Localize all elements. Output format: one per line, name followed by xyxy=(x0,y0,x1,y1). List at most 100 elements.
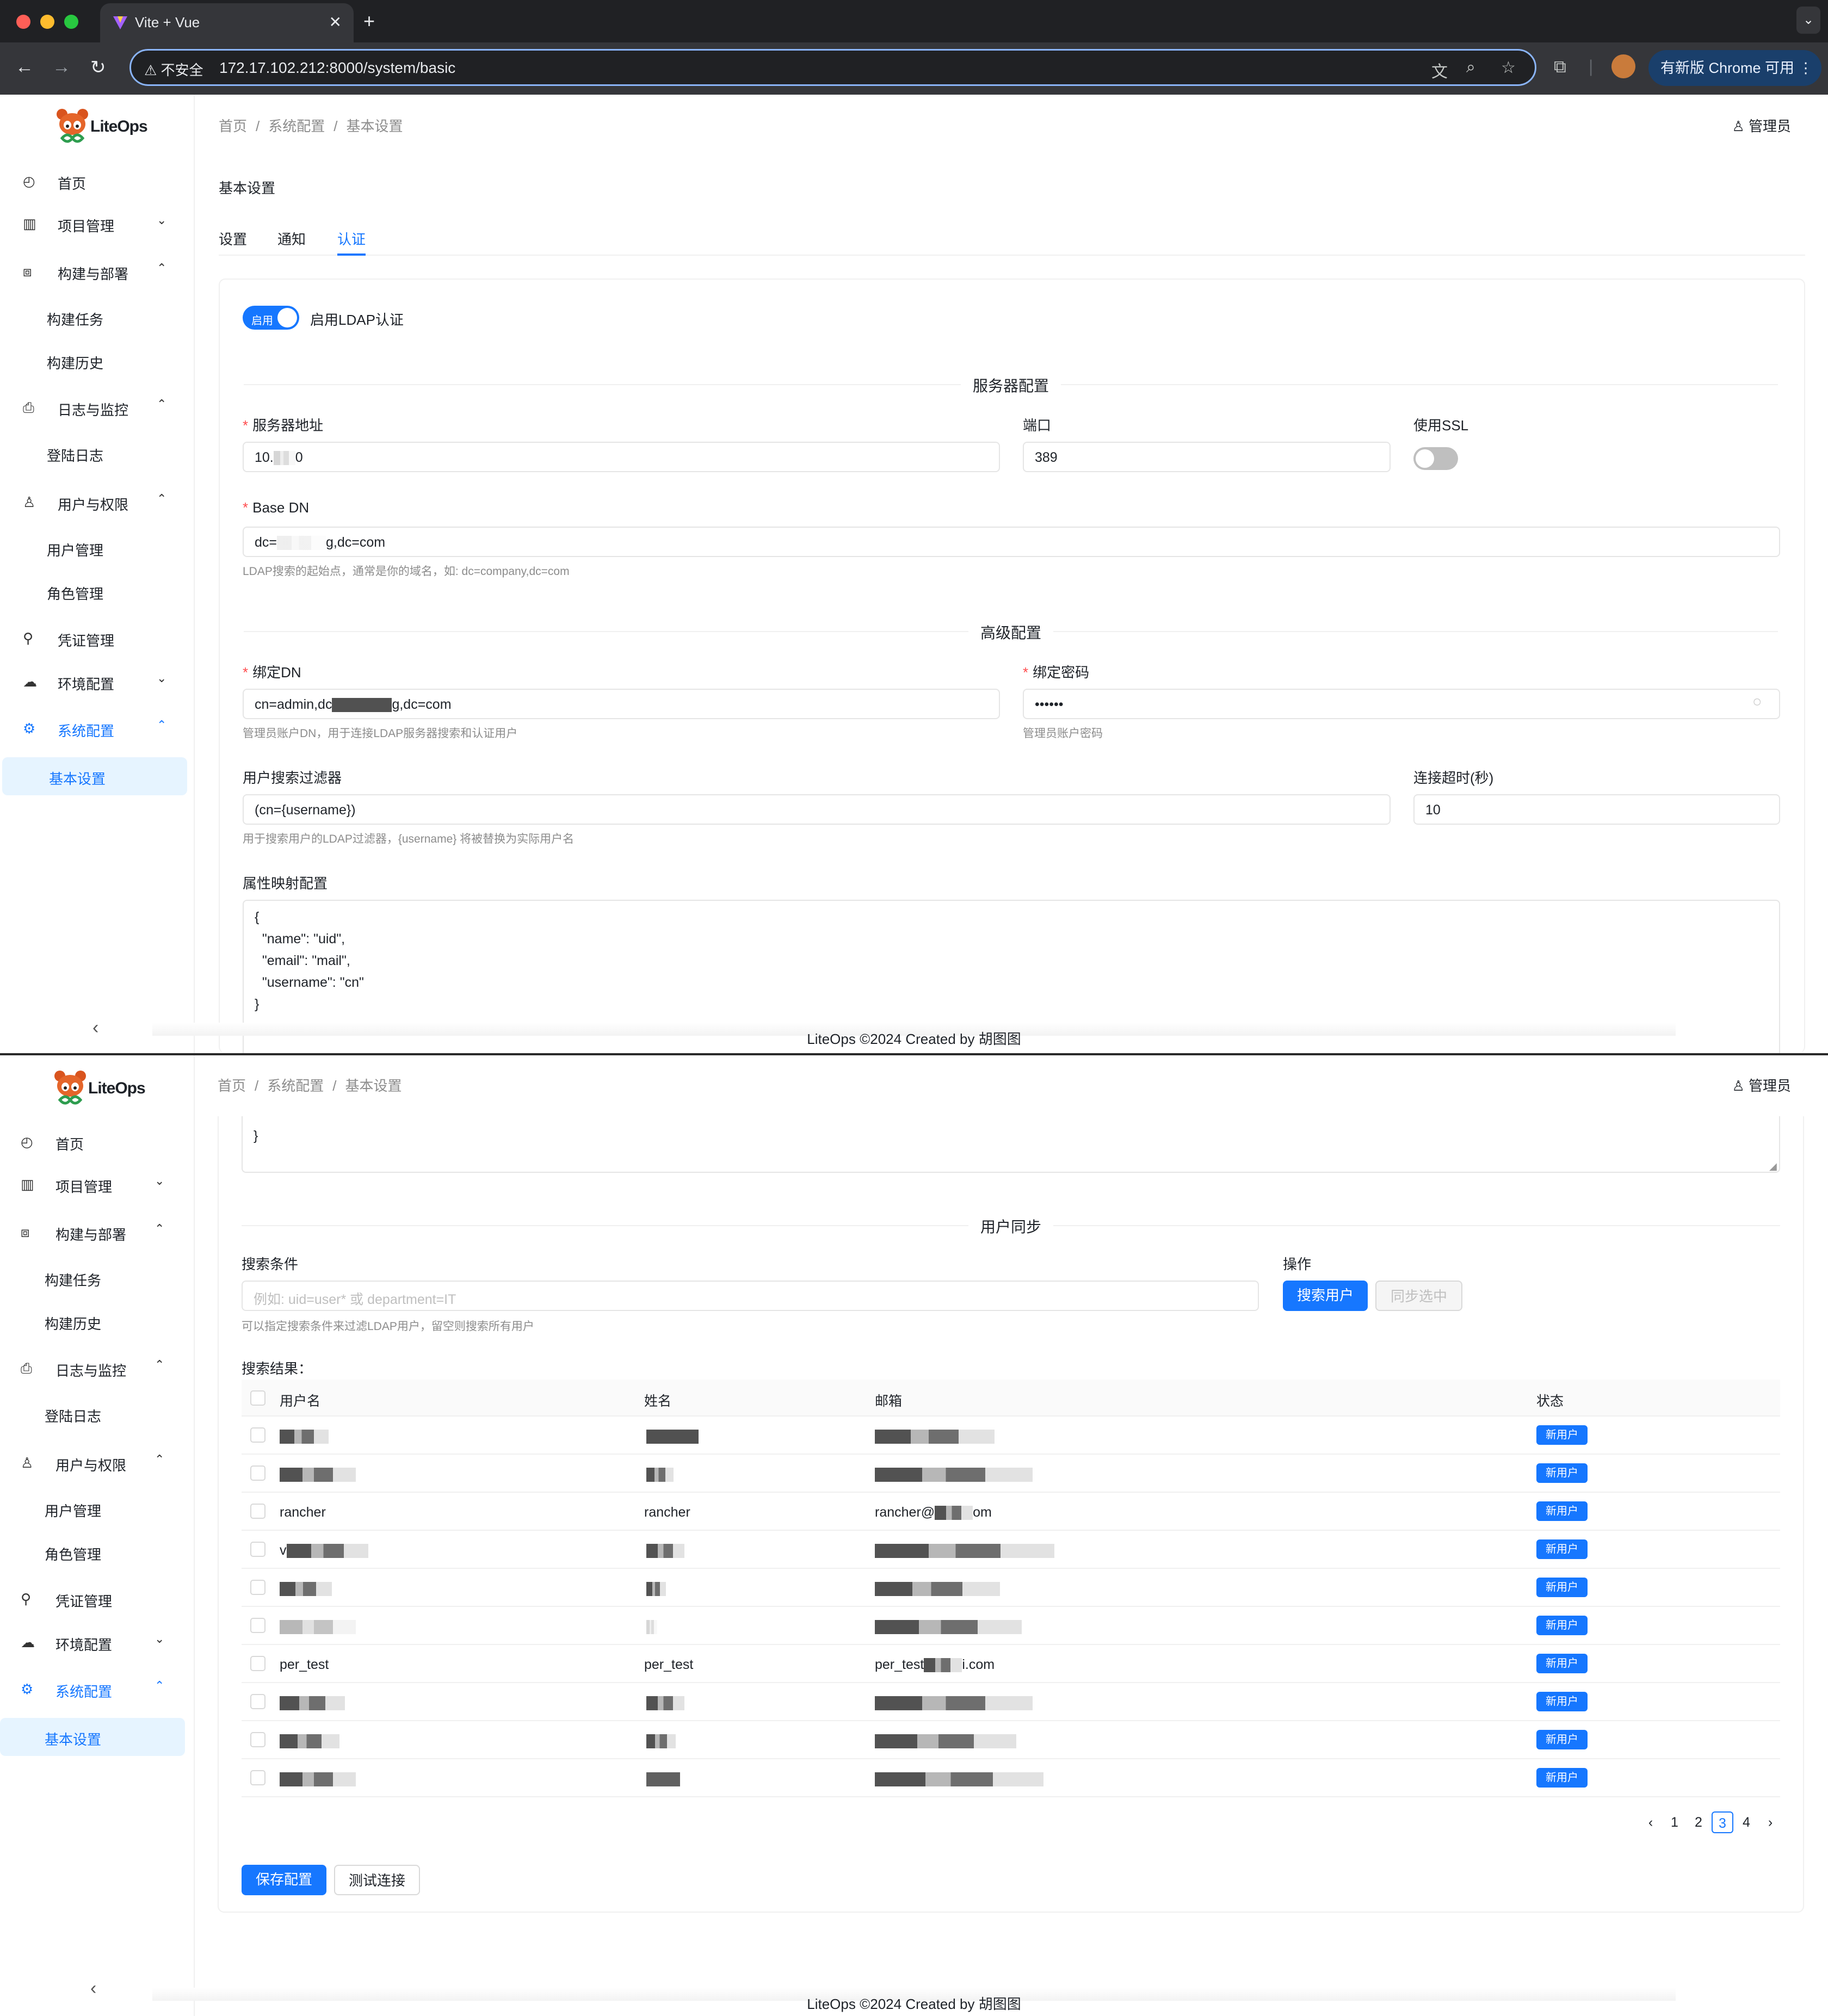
window-minimize-button[interactable] xyxy=(40,15,54,29)
row-checkbox[interactable] xyxy=(250,1656,265,1671)
row-checkbox[interactable] xyxy=(250,1770,265,1785)
bookmark-star-icon[interactable]: ☆ xyxy=(1501,58,1516,77)
row-checkbox[interactable] xyxy=(250,1618,265,1633)
table-row[interactable]: rancher rancher rancher@ om 新用户 xyxy=(242,1493,1780,1531)
sidebar-item-system-config[interactable]: ⚙ 系统配置 ⌃ xyxy=(0,709,195,747)
profile-avatar[interactable] xyxy=(1611,54,1635,78)
sidebar-item-home[interactable]: ◴ 首页 xyxy=(0,1123,195,1161)
table-row[interactable]: 新用户 xyxy=(242,1455,1780,1493)
table-row[interactable]: 新用户 xyxy=(242,1759,1780,1797)
sidebar-item-user-mgmt[interactable]: 用户管理 xyxy=(0,529,195,567)
translate-icon[interactable]: 文 xyxy=(1431,58,1448,82)
extensions-icon[interactable]: ⧉ xyxy=(1554,57,1566,77)
zoom-icon[interactable]: ⌕ xyxy=(1466,58,1475,77)
row-checkbox[interactable] xyxy=(250,1427,265,1443)
sidebar-item-system-config[interactable]: ⚙ 系统配置 ⌃ xyxy=(0,1670,195,1708)
table-row[interactable]: per_test per_test per_test i.com 新用户 xyxy=(242,1645,1780,1683)
sidebar-item-logs[interactable]: ⎙ 日志与监控 ⌃ xyxy=(0,388,195,426)
select-all-checkbox[interactable] xyxy=(250,1390,265,1406)
window-close-button[interactable] xyxy=(16,15,30,29)
sidebar-item-basic-settings[interactable]: 基本设置 xyxy=(2,757,187,795)
sidebar-item-logs[interactable]: ⎙ 日志与监控 ⌃ xyxy=(0,1349,195,1387)
chrome-update-button[interactable]: 有新版 Chrome 可用 ⋮ xyxy=(1648,50,1821,86)
sidebar-item-credentials[interactable]: ⚲ 凭证管理 xyxy=(0,619,195,657)
page-1[interactable]: 1 xyxy=(1664,1811,1685,1833)
test-connection-button[interactable]: 测试连接 xyxy=(334,1865,420,1895)
table-row[interactable]: v 新用户 xyxy=(242,1531,1780,1569)
row-checkbox[interactable] xyxy=(250,1542,265,1557)
tab-settings[interactable]: 设置 xyxy=(219,228,247,249)
sidebar-item-users-perms[interactable]: ♙ 用户与权限 ⌃ xyxy=(0,483,195,521)
sidebar-item-build-tasks[interactable]: 构建任务 xyxy=(0,1259,195,1297)
sidebar-item-role-mgmt[interactable]: 角色管理 xyxy=(0,572,195,610)
sidebar-item-basic-settings[interactable]: 基本设置 xyxy=(0,1718,185,1756)
sidebar-item-environments[interactable]: ☁ 环境配置 ⌄ xyxy=(0,663,195,701)
sidebar-item-build-history[interactable]: 构建历史 xyxy=(0,1302,195,1340)
resize-handle-icon[interactable]: ◢ xyxy=(1769,1161,1777,1172)
url-text[interactable]: 172.17.102.212:8000/system/basic xyxy=(219,59,455,77)
sidebar-item-build-deploy[interactable]: ⧈ 构建与部署 ⌃ xyxy=(0,1213,195,1251)
save-config-button[interactable]: 保存配置 xyxy=(242,1865,326,1895)
tab-notify[interactable]: 通知 xyxy=(277,228,306,249)
tab-close-icon[interactable]: ✕ xyxy=(329,13,342,31)
next-page-icon[interactable]: › xyxy=(1759,1811,1781,1833)
tab-auth[interactable]: 认证 xyxy=(337,228,366,249)
sidebar-item-build-history[interactable]: 构建历史 xyxy=(0,342,195,380)
table-row[interactable]: 新用户 xyxy=(242,1607,1780,1645)
row-checkbox[interactable] xyxy=(250,1504,265,1519)
sidebar-item-home[interactable]: ◴ 首页 xyxy=(0,162,195,200)
port-input[interactable]: 389 xyxy=(1023,442,1391,472)
sync-selected-button[interactable]: 同步选中 xyxy=(1375,1281,1462,1311)
reload-icon[interactable]: ↻ xyxy=(90,57,106,78)
tab-search-button[interactable]: ⌄ xyxy=(1796,7,1820,34)
search-condition-input[interactable]: 例如: uid=user* 或 department=IT xyxy=(242,1281,1259,1311)
bind-password-input[interactable]: •••••• xyxy=(1023,689,1780,719)
forward-icon[interactable]: → xyxy=(52,57,71,78)
base-dn-input[interactable]: dc= g,dc=com xyxy=(243,527,1780,557)
prev-page-icon[interactable]: ‹ xyxy=(1640,1811,1662,1833)
sidebar-item-projects[interactable]: ▥ 项目管理 ⌄ xyxy=(0,1165,195,1203)
breadcrumb-system-config[interactable]: 系统配置 xyxy=(267,1078,324,1094)
sidebar-item-build-tasks[interactable]: 构建任务 xyxy=(0,298,195,336)
user-menu[interactable]: ♙ 管理员 xyxy=(1732,1075,1791,1095)
breadcrumb-home[interactable]: 首页 xyxy=(219,118,247,134)
sidebar-item-environments[interactable]: ☁ 环境配置 ⌄ xyxy=(0,1623,195,1661)
search-users-button[interactable]: 搜索用户 xyxy=(1283,1281,1368,1311)
window-zoom-button[interactable] xyxy=(64,15,78,29)
page-2[interactable]: 2 xyxy=(1688,1811,1709,1833)
more-menu-icon[interactable]: ⋮ xyxy=(1799,60,1813,76)
row-checkbox[interactable] xyxy=(250,1580,265,1595)
breadcrumb-home[interactable]: 首页 xyxy=(218,1078,246,1094)
new-tab-button[interactable]: + xyxy=(363,10,375,33)
row-checkbox[interactable] xyxy=(250,1694,265,1709)
row-checkbox[interactable] xyxy=(250,1732,265,1747)
eye-hidden-icon[interactable]: ◌ xyxy=(1753,693,1761,710)
sidebar-item-projects[interactable]: ▥ 项目管理 ⌄ xyxy=(0,205,195,243)
address-bar[interactable]: ⚠ 不安全 172.17.102.212:8000/system/basic 文… xyxy=(129,49,1536,86)
table-row[interactable]: 新用户 xyxy=(242,1683,1780,1721)
sidebar-item-credentials[interactable]: ⚲ 凭证管理 xyxy=(0,1580,195,1618)
table-row[interactable]: 新用户 xyxy=(242,1721,1780,1759)
server-address-input[interactable]: 10. 0 xyxy=(243,442,1000,472)
ldap-enable-switch[interactable]: 启用 xyxy=(243,306,299,330)
sidebar-item-login-logs[interactable]: 登陆日志 xyxy=(0,1395,195,1433)
user-menu[interactable]: ♙ 管理员 xyxy=(1732,115,1791,135)
sidebar-item-user-mgmt[interactable]: 用户管理 xyxy=(0,1489,195,1528)
sidebar-item-build-deploy[interactable]: ⧈ 构建与部署 ⌃ xyxy=(0,252,195,290)
timeout-input[interactable]: 10 xyxy=(1413,794,1780,825)
search-filter-input[interactable]: (cn={username}) xyxy=(243,794,1391,825)
row-checkbox[interactable] xyxy=(250,1465,265,1481)
back-icon[interactable]: ← xyxy=(15,57,34,78)
browser-tab[interactable]: Vite + Vue ✕ xyxy=(100,3,354,42)
sidebar-item-login-logs[interactable]: 登陆日志 xyxy=(0,434,195,472)
ssl-switch[interactable] xyxy=(1413,447,1458,470)
table-row[interactable]: 新用户 xyxy=(242,1417,1780,1455)
table-row[interactable]: 新用户 xyxy=(242,1569,1780,1607)
attr-mapping-textarea[interactable]: } xyxy=(242,1116,1780,1173)
breadcrumb-system-config[interactable]: 系统配置 xyxy=(268,118,325,134)
sidebar-item-role-mgmt[interactable]: 角色管理 xyxy=(0,1533,195,1571)
bind-dn-input[interactable]: cn=admin,dc g,dc=com xyxy=(243,689,1000,719)
page-4[interactable]: 4 xyxy=(1736,1811,1757,1833)
not-secure-indicator[interactable]: ⚠ 不安全 xyxy=(144,59,203,79)
page-3[interactable]: 3 xyxy=(1712,1811,1733,1833)
